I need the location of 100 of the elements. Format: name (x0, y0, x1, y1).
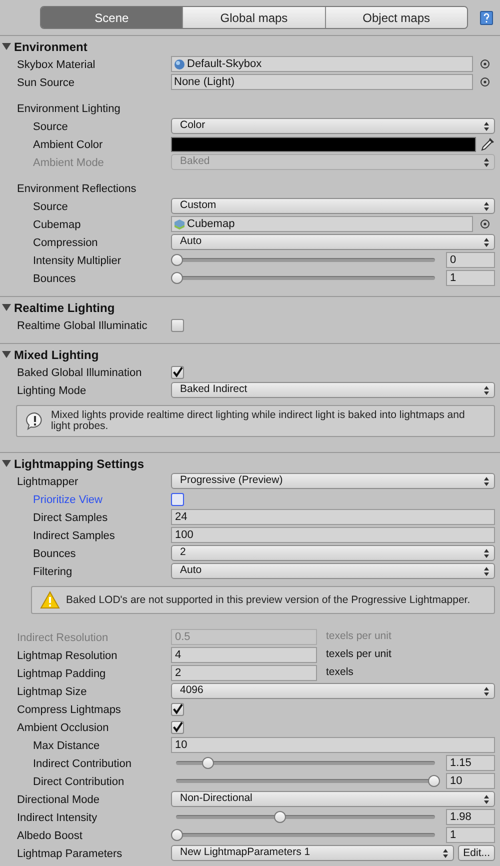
eyedropper-icon[interactable] (480, 136, 495, 152)
field-label: Baked Global Illumination (17, 367, 142, 379)
checkbox[interactable] (171, 702, 184, 716)
object-field[interactable]: Cubemap (171, 216, 473, 232)
dropdown[interactable]: Color (171, 118, 495, 134)
dropdown[interactable]: 2 (171, 545, 495, 561)
tab[interactable]: Object maps (326, 7, 467, 28)
text-field[interactable]: 100 (171, 527, 495, 543)
tab[interactable]: Global maps (183, 7, 326, 28)
field-label: Indirect Resolution (17, 632, 108, 644)
field-label: Lightmap Size (17, 686, 87, 698)
slider-thumb[interactable] (171, 254, 183, 266)
dropdown[interactable]: Progressive (Preview) (171, 473, 495, 489)
text-field[interactable]: 4 (171, 647, 317, 663)
number-field[interactable]: 1 (446, 270, 495, 286)
section-header[interactable]: Mixed Lighting (0, 346, 500, 363)
dropdown[interactable]: Custom (171, 198, 495, 214)
field-label: Skybox Material (17, 59, 96, 71)
target-icon[interactable] (480, 219, 490, 229)
tab[interactable]: Scene (41, 7, 184, 28)
unit-label: texels per unit (326, 629, 392, 644)
slider-thumb[interactable] (171, 272, 183, 284)
expanded-triangle-icon (2, 350, 11, 359)
checkmark-icon (172, 703, 183, 715)
edit-button[interactable]: Edit... (458, 845, 495, 861)
field-label: Ambient Mode (33, 157, 104, 169)
dropdown[interactable]: Auto (171, 563, 495, 579)
checkbox[interactable] (171, 492, 184, 506)
object-field[interactable]: Default-Skybox (171, 56, 473, 72)
field-label: Max Distance (33, 740, 100, 752)
field-label: Sun Source (17, 77, 74, 89)
field-label: Indirect Contribution (33, 758, 132, 770)
field-label: Direct Samples (33, 512, 108, 524)
slider-thumb[interactable] (171, 829, 183, 841)
warning-icon (40, 591, 60, 609)
field-label: Lightmap Parameters (17, 848, 122, 860)
field-label: Cubemap (33, 219, 81, 231)
updown-arrow-icon (484, 386, 489, 394)
help-icon[interactable] (480, 10, 493, 24)
checkbox[interactable] (171, 318, 184, 332)
field-label: Direct Contribution (33, 776, 124, 788)
field-label: Lightmap Resolution (17, 650, 118, 662)
field-label: Albedo Boost (17, 830, 82, 842)
number-field[interactable]: 10 (446, 773, 495, 789)
object-field[interactable]: None (Light) (171, 74, 473, 90)
checkbox[interactable] (171, 720, 184, 734)
number-field[interactable]: 0 (446, 252, 495, 268)
dropdown[interactable]: Non-Directional (171, 791, 495, 807)
checkmark-icon (172, 721, 183, 733)
updown-arrow-icon (484, 122, 489, 130)
sphere-icon (174, 58, 185, 70)
field-label: Environment Lighting (17, 103, 120, 115)
expanded-triangle-icon (2, 459, 11, 468)
field-label: Prioritize View (33, 494, 102, 506)
field-label: Ambient Occlusion (17, 722, 109, 734)
field-label: Source (33, 201, 68, 213)
color-swatch[interactable] (171, 136, 476, 152)
text-field[interactable]: 10 (171, 737, 495, 753)
help-message: Mixed lights provide realtime direct lighting while indirect light is baked into lightmaps and light probes. (51, 410, 466, 432)
field-label: Compress Lightmaps (17, 704, 121, 716)
number-field[interactable]: 1.98 (446, 809, 495, 825)
slider-thumb[interactable] (428, 775, 440, 787)
section-header[interactable]: Realtime Lighting (0, 299, 500, 316)
text-field[interactable]: 2 (171, 665, 317, 681)
slider-thumb[interactable] (274, 811, 286, 823)
number-field[interactable]: 1.15 (446, 755, 495, 771)
field-label: Source (33, 121, 68, 133)
updown-arrow-icon (484, 548, 489, 558)
field-label: Indirect Samples (33, 530, 115, 542)
dropdown[interactable]: 4096 (171, 683, 495, 699)
unit-label: texels (326, 665, 354, 680)
dropdown[interactable]: New LightmapParameters 1 (171, 845, 454, 861)
field-label: Bounces (33, 548, 76, 560)
cube-icon (174, 218, 185, 230)
field-label: Lightmapper (17, 476, 78, 488)
field-label: Intensity Multiplier (33, 255, 122, 267)
section-header[interactable]: Environment (0, 38, 500, 55)
field-label: Compression (33, 237, 98, 249)
slider-thumb[interactable] (202, 757, 214, 769)
help-message: Baked LOD's are not supported in this preview version of the Progressive Lightmapper. (66, 594, 470, 606)
section-header[interactable]: Lightmapping Settings (0, 455, 500, 472)
field-label: Lightmap Padding (17, 668, 106, 680)
dropdown[interactable]: Auto (171, 234, 495, 250)
text-field: 0.5 (171, 629, 317, 645)
dropdown[interactable]: Baked Indirect (171, 382, 495, 398)
field-label: Indirect Intensity (17, 812, 98, 824)
updown-arrow-icon (484, 158, 489, 166)
checkmark-icon (172, 366, 183, 378)
field-label: Realtime Global Illuminatic (17, 320, 148, 332)
checkbox[interactable] (171, 366, 184, 378)
dropdown: Baked (171, 154, 495, 170)
updown-arrow-icon (484, 202, 489, 210)
field-label: Directional Mode (17, 794, 100, 806)
expanded-triangle-icon (2, 42, 11, 51)
updown-arrow-icon (443, 848, 448, 858)
expanded-triangle-icon (2, 303, 11, 312)
text-field[interactable]: 24 (171, 509, 495, 525)
updown-arrow-icon (484, 686, 489, 696)
field-label: Lighting Mode (17, 385, 86, 397)
number-field[interactable]: 1 (446, 827, 495, 843)
